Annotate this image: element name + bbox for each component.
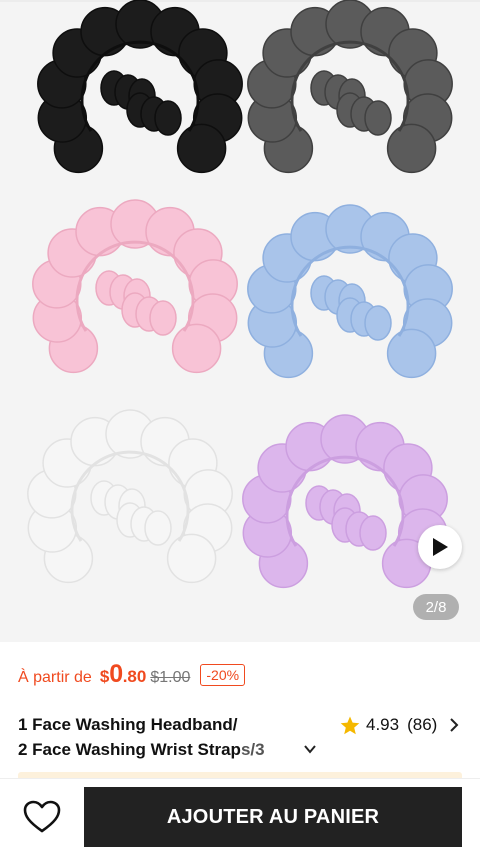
chevron-right-icon — [450, 718, 459, 732]
star-icon — [340, 716, 360, 734]
title-line-2: 2 Face Washing Wrist Strap — [18, 740, 241, 759]
play-video-button[interactable] — [418, 525, 462, 569]
original-price: $1.00 — [150, 669, 191, 686]
title-truncated: s/3 — [240, 740, 265, 759]
headband-grey — [247, 0, 453, 174]
from-label: À partir de — [18, 669, 92, 686]
headband-lilac — [242, 414, 448, 589]
heart-icon — [23, 800, 61, 833]
add-to-cart-button[interactable]: AJOUTER AU PANIER — [84, 787, 462, 847]
headband-black — [37, 0, 243, 174]
image-counter: 2/8 — [413, 594, 459, 620]
product-title[interactable]: 1 Face Washing Headband/ 2 Face Washing … — [18, 712, 318, 762]
product-image — [27, 0, 453, 589]
expand-title-chevron-icon[interactable] — [302, 741, 318, 757]
price-main: 0 — [109, 660, 123, 688]
price-currency: $ — [99, 667, 110, 686]
rating-value: 4.93 — [366, 715, 400, 734]
title-line-1: 1 Face Washing Headband/ — [18, 715, 238, 734]
headband-pink — [32, 199, 238, 374]
wishlist-button[interactable] — [22, 797, 62, 837]
review-count: (86) — [407, 715, 438, 734]
bottom-action-bar: AJOUTER AU PANIER — [0, 778, 480, 855]
headband-blue — [247, 204, 453, 379]
rating-summary[interactable]: 4.93 (86) — [340, 712, 459, 738]
headband-white — [27, 409, 233, 584]
product-image-gallery[interactable]: 2/8 — [0, 0, 480, 642]
play-icon — [433, 538, 448, 556]
discount-badge: -20% — [200, 664, 246, 686]
price-cents: .80 — [122, 667, 147, 686]
price-row: À partir de $ 0 .80 $1.00 -20% — [18, 660, 246, 694]
